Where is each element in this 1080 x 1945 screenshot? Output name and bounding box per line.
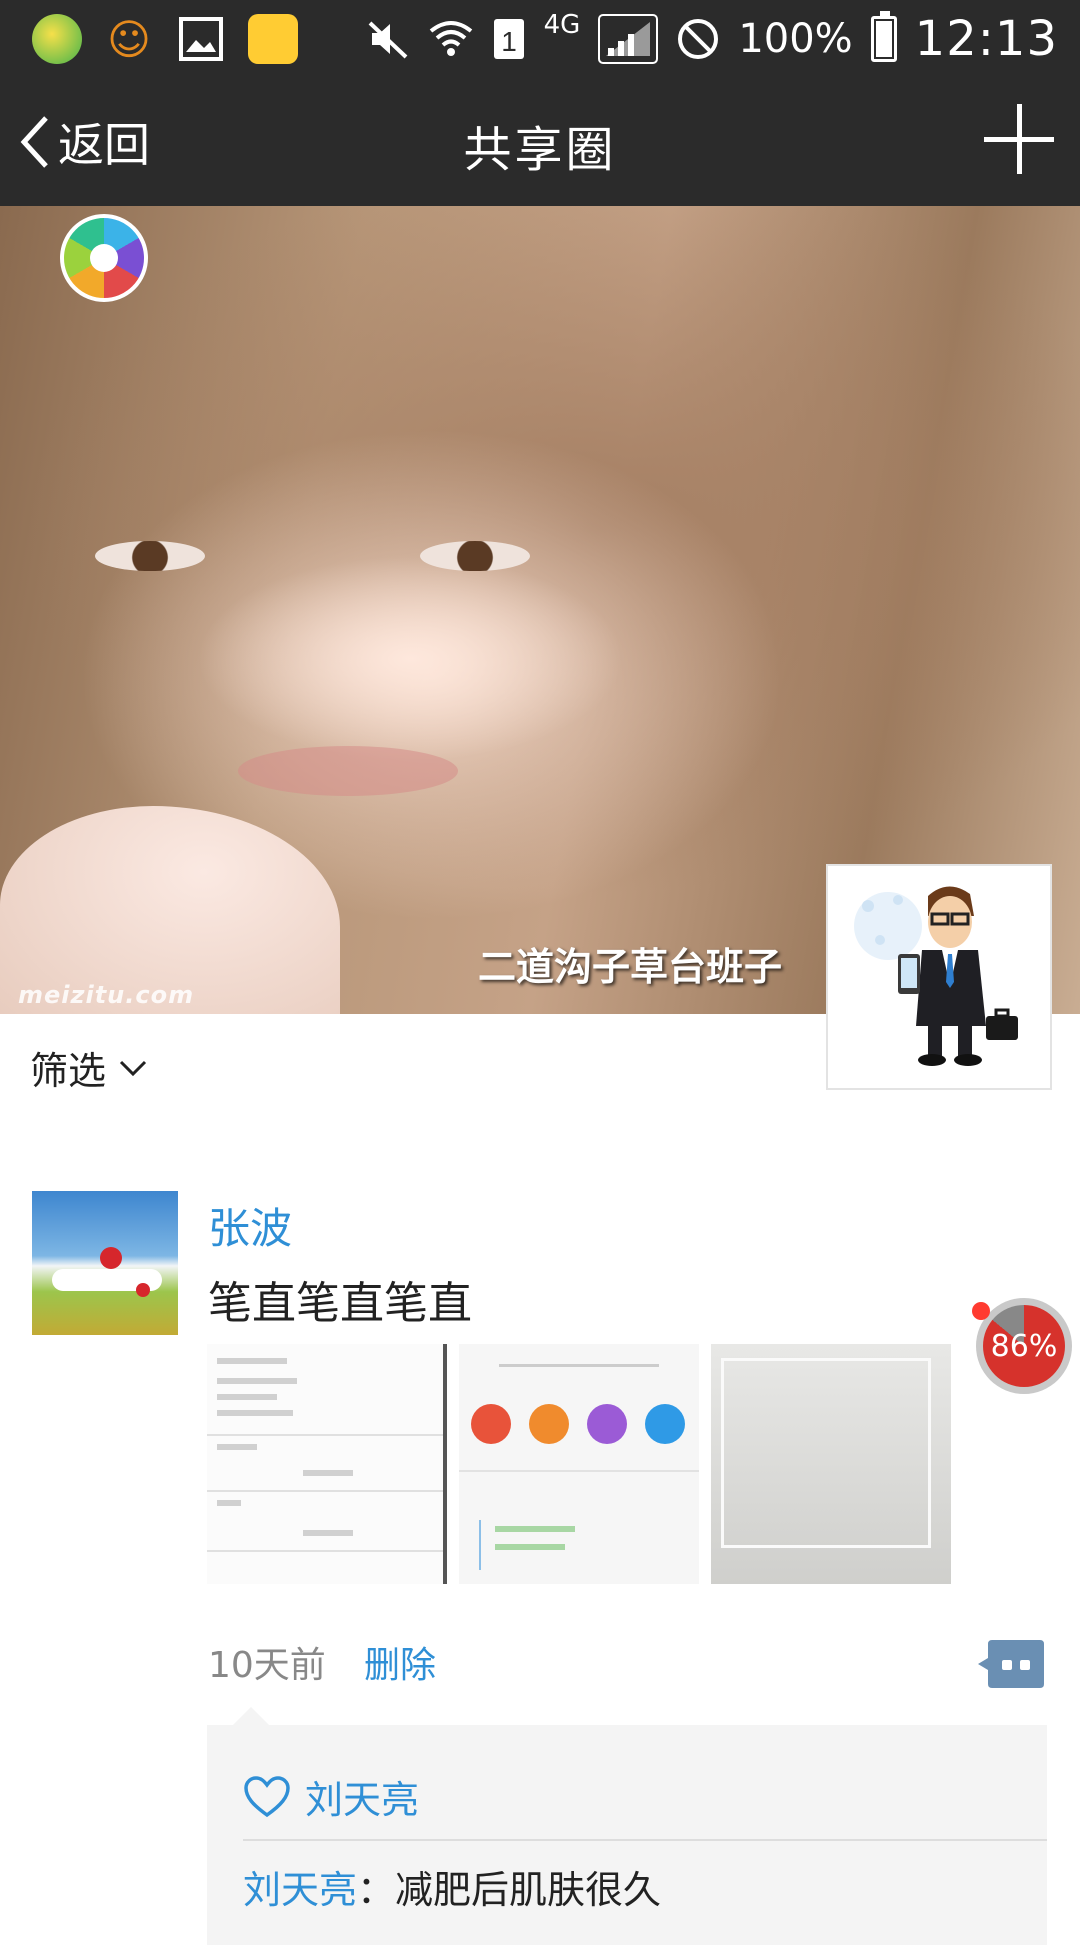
- screenshot-detail: [587, 1404, 627, 1444]
- memory-booster-badge[interactable]: 86%: [976, 1298, 1072, 1394]
- wifi-icon: [429, 21, 472, 56]
- delete-post-button[interactable]: 删除: [364, 1636, 436, 1688]
- block-icon: [678, 19, 719, 59]
- screenshot-detail: [495, 1526, 575, 1532]
- divider: [243, 1839, 1047, 1841]
- battery-icon: [870, 11, 897, 62]
- avatar-photo-detail: [136, 1283, 150, 1297]
- screenshot-detail: [443, 1344, 447, 1584]
- post-text: 笔直笔直笔直: [208, 1278, 472, 1329]
- post-author-name[interactable]: 张波: [208, 1195, 292, 1256]
- businessman-avatar-icon: [854, 886, 1018, 1066]
- screenshot-detail: [495, 1544, 565, 1550]
- svg-text:1: 1: [501, 26, 517, 57]
- screenshot-detail: [207, 1434, 447, 1436]
- network-type-label: 4G: [543, 10, 581, 40]
- screenshot-detail: [303, 1530, 353, 1536]
- status-icons: 1 4G 100% 12:13: [366, 6, 1058, 72]
- avatar-photo-detail: [100, 1247, 122, 1269]
- screenshot-detail: [217, 1394, 277, 1400]
- memory-usage-ring: 86%: [983, 1305, 1065, 1387]
- plus-circle-icon: [32, 14, 82, 64]
- smiley-icon: ☺: [107, 14, 151, 64]
- photo-detail: [721, 1358, 931, 1548]
- gift-icon: [248, 14, 298, 64]
- signal-icon: [598, 14, 659, 64]
- comment-separator: ：: [357, 1868, 396, 1912]
- screenshot-detail: [471, 1404, 511, 1444]
- screenshot-detail: [529, 1404, 569, 1444]
- screenshot-detail: [207, 1490, 447, 1492]
- screenshot-detail: [459, 1470, 699, 1472]
- post-time: 10天前: [208, 1645, 326, 1686]
- screenshot-detail: [479, 1520, 481, 1570]
- cover-photo-detail: [95, 541, 205, 571]
- screenshot-detail: [303, 1470, 353, 1476]
- camera-aperture-icon: [60, 214, 148, 302]
- notification-dot: [972, 1302, 990, 1320]
- group-name: 二道沟子草台班子: [477, 945, 782, 989]
- battery-percent: 100%: [738, 16, 853, 62]
- page-title: 共享圈: [463, 122, 617, 178]
- screenshot-detail: [217, 1410, 293, 1416]
- likes-row: 刘天亮: [243, 1769, 419, 1824]
- cover-photo-detail: [238, 746, 458, 796]
- sim-icon: 1: [493, 19, 524, 59]
- filter-label: 筛选: [30, 1049, 107, 1093]
- app-header: 返回 共享圈: [0, 78, 1080, 206]
- comment-item[interactable]: 刘天亮：减肥后肌肤很久: [243, 1859, 661, 1914]
- cover-watermark: meizitu.com: [18, 981, 195, 1009]
- group-avatar[interactable]: [826, 864, 1052, 1090]
- filter-dropdown[interactable]: 筛选: [30, 1040, 148, 1095]
- post-image-thumbnail[interactable]: [711, 1344, 951, 1584]
- memory-usage-label: 86%: [990, 1328, 1058, 1364]
- comment-button[interactable]: [976, 1638, 1046, 1690]
- screenshot-detail: [645, 1404, 685, 1444]
- liker-name[interactable]: 刘天亮: [305, 1769, 419, 1824]
- comment-icon: [978, 1640, 1044, 1688]
- mute-icon: [368, 21, 407, 59]
- clock: 12:13: [914, 11, 1058, 67]
- chevron-down-icon: [119, 1060, 147, 1076]
- add-post-button[interactable]: [984, 104, 1054, 174]
- post-author-avatar[interactable]: [32, 1191, 178, 1335]
- gallery-icon: [176, 14, 226, 64]
- comment-text: 减肥后肌肤很久: [395, 1868, 662, 1912]
- status-bar: ☺ 1 4G 100% 12:13: [0, 0, 1080, 78]
- screenshot-detail: [217, 1444, 257, 1450]
- comments-panel: 刘天亮 刘天亮：减肥后肌肤很久: [207, 1707, 1047, 1945]
- screenshot-detail: [217, 1378, 297, 1384]
- screenshot-detail: [499, 1364, 659, 1367]
- screenshot-detail: [217, 1358, 287, 1364]
- screenshot-detail: [217, 1500, 241, 1506]
- commenter-name[interactable]: 刘天亮: [243, 1868, 357, 1912]
- cover-photo-detail: [420, 541, 530, 571]
- notification-icons: ☺: [32, 14, 298, 64]
- heart-icon[interactable]: [243, 1775, 291, 1819]
- screenshot-detail: [207, 1550, 447, 1552]
- post-image-thumbnail[interactable]: [207, 1344, 447, 1584]
- post-image-thumbnail[interactable]: [459, 1344, 699, 1584]
